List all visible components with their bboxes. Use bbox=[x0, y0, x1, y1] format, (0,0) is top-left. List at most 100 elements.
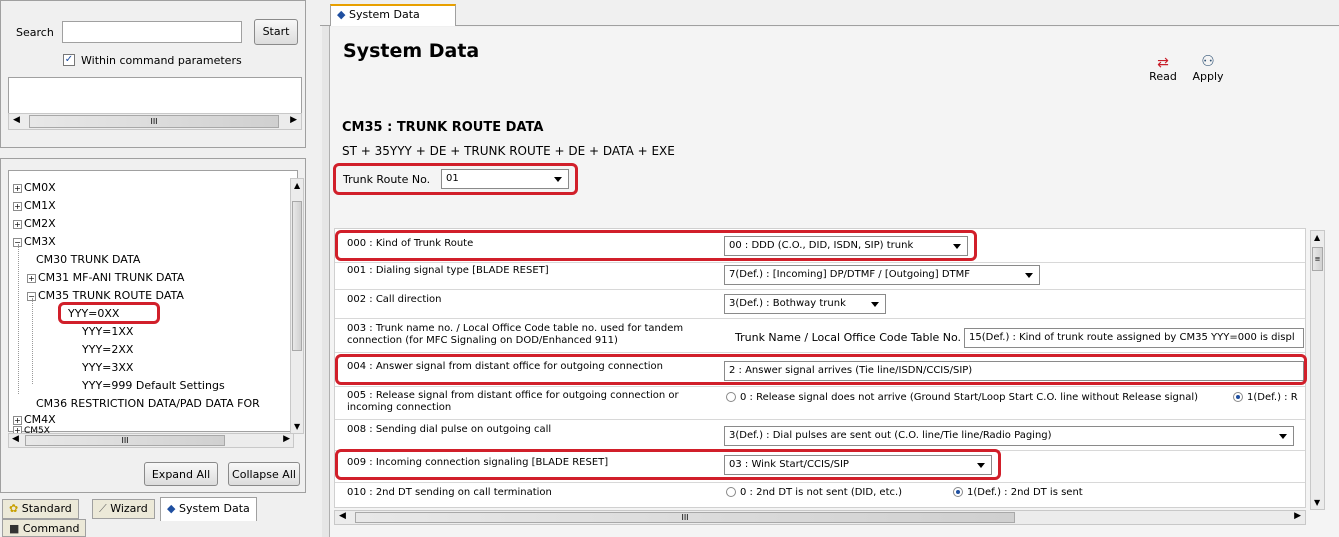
tree-connector bbox=[18, 244, 19, 394]
main-hscroll[interactable]: ◀ III ▶ bbox=[334, 510, 1306, 525]
row-008-label: 008 : Sending dial pulse on outgoing cal… bbox=[347, 424, 552, 435]
expand-icon[interactable]: + bbox=[13, 201, 22, 211]
tree-label: CM31 MF-ANI TRUNK DATA bbox=[38, 271, 185, 284]
tree-item-cm1x[interactable]: + CM1X bbox=[13, 199, 56, 212]
search-input[interactable] bbox=[62, 21, 242, 43]
radio-label: 0 : Release signal does not arrive (Grou… bbox=[740, 392, 1199, 403]
within-checkbox[interactable]: ✓ bbox=[63, 54, 75, 66]
tab-wizard[interactable]: ⟋ Wizard bbox=[92, 499, 155, 519]
scroll-down-icon[interactable]: ▼ bbox=[1314, 498, 1320, 507]
radio-button[interactable] bbox=[953, 487, 963, 497]
radio-button[interactable] bbox=[726, 392, 736, 402]
radio-label: 0 : 2nd DT is not sent (DID, etc.) bbox=[740, 487, 903, 498]
tree-item-cm0x[interactable]: + CM0X bbox=[13, 181, 56, 194]
row-divider bbox=[335, 289, 1305, 290]
tree-label: YYY=999 Default Settings bbox=[82, 379, 225, 392]
scroll-grip: III bbox=[121, 436, 129, 445]
cm-heading: CM35 : TRUNK ROUTE DATA bbox=[342, 120, 544, 135]
tree-item-cm36[interactable]: CM36 RESTRICTION DATA/PAD DATA FOR bbox=[36, 397, 260, 410]
row-008-select[interactable]: 3(Def.) : Dial pulses are sent out (C.O.… bbox=[724, 426, 1294, 446]
tab-label: System Data bbox=[178, 502, 250, 515]
page-title: System Data bbox=[343, 40, 480, 62]
select-value: 3(Def.) : Dial pulses are sent out (C.O.… bbox=[729, 430, 1052, 441]
expand-icon[interactable]: + bbox=[13, 183, 22, 193]
expand-all-button[interactable]: Expand All bbox=[144, 462, 218, 486]
tree-item-yyy-999[interactable]: YYY=999 Default Settings bbox=[82, 379, 225, 392]
highlight-row-009 bbox=[335, 449, 1001, 480]
tree-connector bbox=[32, 298, 33, 384]
scroll-left-icon[interactable]: ◀ bbox=[339, 511, 346, 521]
tree-item-cm4x[interactable]: + CM4X bbox=[13, 413, 56, 426]
read-icon: ⇄ bbox=[1157, 55, 1169, 71]
row-010-radio-1[interactable]: 1(Def.) : 2nd DT is sent bbox=[953, 487, 1083, 498]
tree-item-yyy-2xx[interactable]: YYY=2XX bbox=[82, 343, 133, 356]
row-005-radio-0[interactable]: 0 : Release signal does not arrive (Grou… bbox=[726, 392, 1198, 403]
scroll-right-icon[interactable]: ▶ bbox=[1294, 511, 1301, 521]
tree-item-cm35[interactable]: − CM35 TRUNK ROUTE DATA bbox=[27, 289, 184, 302]
expand-icon[interactable]: + bbox=[13, 415, 22, 425]
search-results-hscroll[interactable]: ◀ III ▶ bbox=[8, 113, 302, 130]
tree-hscroll[interactable]: ◀ III ▶ bbox=[8, 433, 294, 448]
tree-label: CM1X bbox=[24, 199, 56, 212]
tab-command[interactable]: ■ Command bbox=[2, 519, 87, 537]
tab-label: Wizard bbox=[110, 502, 148, 515]
scroll-left-icon[interactable]: ◀ bbox=[13, 115, 20, 125]
select-value: 7(Def.) : [Incoming] DP/DTMF / [Outgoing… bbox=[729, 269, 971, 280]
read-label: Read bbox=[1149, 70, 1177, 83]
scroll-left-icon[interactable]: ◀ bbox=[12, 434, 19, 444]
tree-item-yyy-1xx[interactable]: YYY=1XX bbox=[82, 325, 133, 338]
tree-item-yyy-3xx[interactable]: YYY=3XX bbox=[82, 361, 133, 374]
doc-tab-system-data[interactable]: ◆ System Data bbox=[330, 4, 456, 26]
scroll-up-icon[interactable]: ▲ bbox=[1314, 233, 1320, 242]
tree-label: CM3X bbox=[24, 235, 56, 248]
start-button[interactable]: Start bbox=[254, 19, 298, 45]
stamp-icon: ⚇ bbox=[1201, 52, 1215, 70]
main-vscroll[interactable]: ▲ ≡ ▼ bbox=[1310, 230, 1325, 510]
scroll-thumb[interactable]: III bbox=[29, 115, 279, 128]
cube-icon: ◆ bbox=[167, 502, 176, 515]
tree-label: CM0X bbox=[24, 181, 56, 194]
radio-button[interactable] bbox=[1233, 392, 1243, 402]
tree-vscroll[interactable]: ▲ ▼ bbox=[290, 178, 304, 434]
tree-item-cm31[interactable]: + CM31 MF-ANI TRUNK DATA bbox=[27, 271, 184, 284]
row-010-radio-0[interactable]: 0 : 2nd DT is not sent (DID, etc.) bbox=[726, 487, 902, 498]
row-003-select[interactable]: 15(Def.) : Kind of trunk route assigned … bbox=[964, 328, 1304, 348]
row-divider bbox=[335, 352, 1305, 353]
select-value: 15(Def.) : Kind of trunk route assigned … bbox=[969, 332, 1295, 343]
tree-label: CM35 TRUNK ROUTE DATA bbox=[38, 289, 184, 302]
apply-button[interactable]: ⚇ Apply bbox=[1188, 52, 1228, 83]
tree-item-cm3x[interactable]: − CM3X bbox=[13, 235, 56, 248]
scroll-right-icon[interactable]: ▶ bbox=[290, 115, 297, 125]
row-010-label: 010 : 2nd DT sending on call termination bbox=[347, 487, 552, 498]
tab-label: Standard bbox=[21, 502, 72, 515]
expand-icon[interactable]: + bbox=[27, 273, 36, 283]
tree-label: CM4X bbox=[24, 413, 56, 426]
tab-system-data[interactable]: ◆ System Data bbox=[160, 497, 257, 521]
scroll-thumb[interactable]: ≡ bbox=[1312, 247, 1323, 271]
scroll-thumb[interactable] bbox=[292, 201, 302, 351]
tab-standard[interactable]: ✿ Standard bbox=[2, 499, 79, 519]
tree-label: CM30 TRUNK DATA bbox=[36, 253, 141, 266]
scroll-right-icon[interactable]: ▶ bbox=[283, 434, 290, 444]
expand-icon[interactable]: + bbox=[13, 219, 22, 229]
scroll-thumb[interactable]: III bbox=[25, 435, 225, 446]
row-002-select[interactable]: 3(Def.) : Bothway trunk bbox=[724, 294, 886, 314]
tree-item-cm2x[interactable]: + CM2X bbox=[13, 217, 56, 230]
read-button[interactable]: ⇄ Read bbox=[1145, 56, 1181, 83]
scroll-grip: III bbox=[681, 513, 689, 522]
tree-item-cm30[interactable]: CM30 TRUNK DATA bbox=[36, 253, 140, 266]
row-divider bbox=[335, 318, 1305, 319]
row-005-label: 005 : Release signal from distant office… bbox=[347, 390, 679, 413]
collapse-all-button[interactable]: Collapse All bbox=[228, 462, 300, 486]
select-value: 3(Def.) : Bothway trunk bbox=[729, 298, 846, 309]
scroll-thumb[interactable]: III bbox=[355, 512, 1015, 523]
row-001-label: 001 : Dialing signal type [BLADE RESET] bbox=[347, 265, 549, 276]
highlight-trunk-route bbox=[333, 163, 578, 195]
search-label: Search bbox=[16, 26, 54, 39]
radio-button[interactable] bbox=[726, 487, 736, 497]
scroll-down-icon[interactable]: ▼ bbox=[294, 422, 300, 431]
row-divider bbox=[335, 482, 1305, 483]
row-001-select[interactable]: 7(Def.) : [Incoming] DP/DTMF / [Outgoing… bbox=[724, 265, 1040, 285]
scroll-up-icon[interactable]: ▲ bbox=[294, 181, 300, 190]
highlight-row-000 bbox=[335, 230, 977, 261]
